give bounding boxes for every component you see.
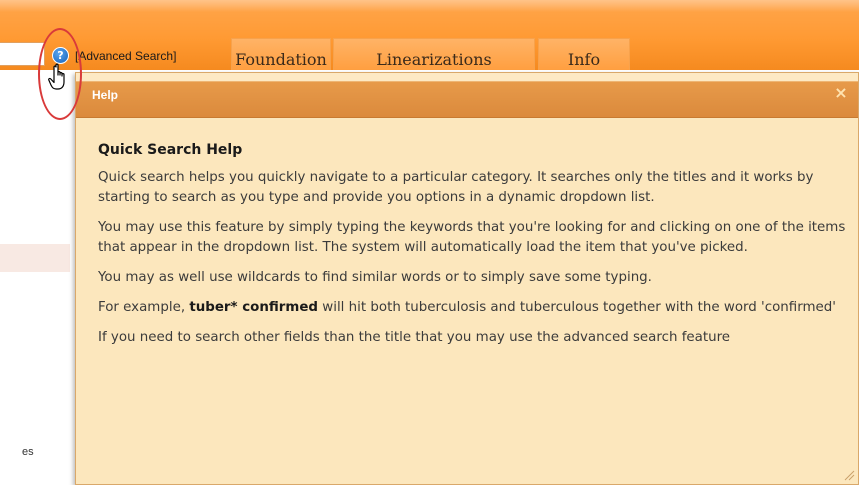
help-icon[interactable]: ? — [52, 47, 69, 64]
help-paragraph-1: Quick search helps you quickly navigate … — [98, 170, 814, 205]
tab-linearizations[interactable]: Linearizations — [333, 38, 535, 70]
help-example-paragraph: For example, tuber* confirmed will hit b… — [98, 298, 848, 318]
header-shade — [0, 0, 859, 12]
resize-grip-icon[interactable] — [843, 469, 855, 481]
left-panel-selected-row[interactable] — [0, 244, 70, 272]
example-prefix: For example, — [98, 300, 190, 315]
close-icon[interactable]: × — [834, 85, 848, 101]
help-dialog: Help × Quick Search Help Quick search he… — [75, 72, 859, 485]
help-paragraph-advanced: If you need to search other fields than … — [98, 330, 731, 345]
dialog-header[interactable]: Help × — [76, 73, 858, 118]
tab-foundation[interactable]: Foundation — [231, 38, 331, 70]
tab-info[interactable]: Info — [538, 38, 630, 70]
example-query: tuber* confirmed — [189, 300, 319, 315]
hand-pointer-icon — [48, 63, 65, 90]
advanced-search-link[interactable]: [Advanced Search] — [75, 49, 176, 63]
dialog-body: Quick Search Help Quick search helps you… — [98, 141, 848, 358]
left-panel-partial-text: es — [22, 446, 34, 458]
help-heading: Quick Search Help — [98, 142, 243, 158]
dialog-title: Help — [92, 88, 119, 102]
example-suffix: will hit both tuberculosis and tuberculo… — [318, 300, 836, 315]
help-paragraph-3: You may as well use wildcards to find si… — [98, 270, 652, 285]
help-paragraph-2: You may use this feature by simply typin… — [98, 220, 846, 255]
quick-search-input[interactable] — [0, 42, 45, 66]
